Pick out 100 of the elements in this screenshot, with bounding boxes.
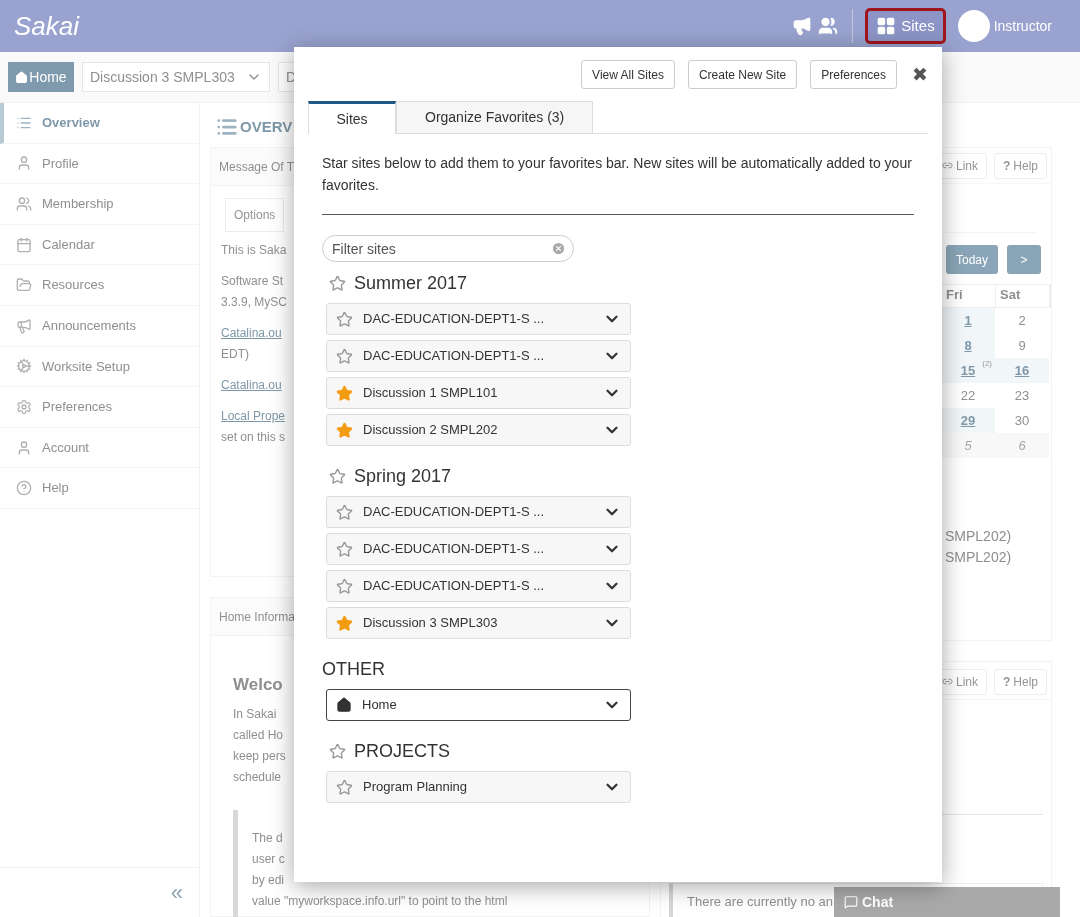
site-item[interactable]: Home xyxy=(326,689,631,721)
help-button[interactable]: ? Help xyxy=(993,152,1047,179)
sidebar-item[interactable]: Calendar xyxy=(0,224,199,266)
site-item[interactable]: DAC-EDUCATION-DEPT1-S ... xyxy=(326,303,631,335)
today-button[interactable]: Today xyxy=(946,245,998,274)
sidebar-item[interactable]: Membership xyxy=(0,184,199,225)
home-icon xyxy=(15,70,29,84)
quote-text: The d xyxy=(252,829,283,847)
help-button[interactable]: ? Help xyxy=(993,668,1047,695)
site-item[interactable]: Program Planning xyxy=(326,771,631,803)
group-title: Spring 2017 xyxy=(354,464,452,488)
star-icon[interactable] xyxy=(329,274,346,292)
welcome-heading: Welco xyxy=(233,674,283,696)
collapse-button[interactable]: « xyxy=(170,881,183,904)
action-button[interactable]: Create New Site xyxy=(687,60,798,89)
close-button[interactable]: ✖ xyxy=(912,65,928,84)
calendar-day: 5 xyxy=(941,433,995,458)
star-icon[interactable] xyxy=(336,384,353,402)
intro-text: Star sites below to add them to your favorites bar. New sites will be automatically added to your favorites. xyxy=(322,154,913,195)
star-icon[interactable] xyxy=(329,742,346,760)
site-item[interactable]: DAC-EDUCATION-DEPT1-S ... xyxy=(326,533,631,565)
text-link[interactable]: Catalina.ou xyxy=(221,375,282,396)
paragraph-text: schedule xyxy=(233,768,282,786)
star-icon[interactable] xyxy=(329,467,346,485)
gears-icon xyxy=(16,358,32,375)
paragraph-text: keep pers xyxy=(233,747,286,765)
star-icon[interactable] xyxy=(336,614,353,632)
page-title: OVERV xyxy=(240,116,293,137)
star-icon[interactable] xyxy=(336,347,353,365)
sakai-logo[interactable]: Sakai xyxy=(14,6,80,46)
chat-bar[interactable]: Chat xyxy=(834,887,1060,917)
site-item[interactable]: DAC-EDUCATION-DEPT1-S ... xyxy=(326,570,631,602)
sidebar-item[interactable]: Profile xyxy=(0,143,199,185)
quote-text: by edi xyxy=(252,871,285,889)
quote-text: value "myworkspace.info.url" to point to the html xyxy=(252,892,508,910)
user-name[interactable]: Instructor xyxy=(993,15,1052,37)
star-icon[interactable] xyxy=(336,540,353,558)
star-icon[interactable] xyxy=(336,310,353,328)
site-dropdown[interactable]: Discussion 3 SMPL303 xyxy=(82,62,270,92)
settings-icon xyxy=(16,398,32,415)
sidebar-item[interactable]: Announcements xyxy=(0,305,199,347)
action-button[interactable]: Preferences xyxy=(810,60,897,89)
list-icon xyxy=(216,116,238,138)
sidebar-item[interactable]: Resources xyxy=(0,265,199,306)
megaphone-icon xyxy=(16,317,32,334)
users-icon[interactable] xyxy=(818,16,839,36)
grid-icon xyxy=(876,16,897,36)
calendar-day[interactable]: 15 (2) xyxy=(941,358,995,383)
site-item[interactable]: Discussion 2 SMPL202 xyxy=(326,414,631,446)
sidebar-item[interactable]: Worksite Setup xyxy=(0,346,199,388)
star-icon[interactable] xyxy=(336,577,353,595)
calendar-day[interactable]: 8 xyxy=(941,333,995,358)
quote-text: user c xyxy=(252,850,285,868)
popup-tab[interactable]: Organize Favorites (3) xyxy=(396,101,594,134)
paragraph-text: In Sakai xyxy=(233,705,277,723)
calendar-icon xyxy=(16,236,32,253)
avatar[interactable] xyxy=(957,10,990,42)
paragraph-text: called Ho xyxy=(233,726,284,744)
event-count: (2) xyxy=(982,358,992,370)
calendar-day[interactable]: 1 xyxy=(941,308,995,333)
help-icon xyxy=(16,480,32,497)
action-button[interactable]: View All Sites xyxy=(581,60,675,89)
next-button[interactable]: > xyxy=(1007,245,1041,274)
sidebar-item[interactable]: Preferences xyxy=(0,387,199,428)
group-title: Summer 2017 xyxy=(354,271,468,295)
panel-title: Message Of T xyxy=(219,158,295,176)
user-icon xyxy=(16,155,32,172)
sidebar-item[interactable]: Help xyxy=(0,468,199,509)
home-icon xyxy=(336,697,352,713)
site-item[interactable]: DAC-EDUCATION-DEPT1-S ... xyxy=(326,496,631,528)
star-icon[interactable] xyxy=(336,421,353,439)
megaphone-icon[interactable] xyxy=(792,16,813,36)
options-tab[interactable]: Options xyxy=(225,198,285,232)
link-icon xyxy=(941,160,953,171)
site-item[interactable]: DAC-EDUCATION-DEPT1-S ... xyxy=(326,340,631,372)
site-item[interactable]: Discussion 1 SMPL101 xyxy=(326,377,631,409)
group-title: OTHER xyxy=(322,657,385,681)
announcement-message: There are currently no an xyxy=(687,893,833,911)
sidebar-item[interactable]: Account xyxy=(0,427,199,469)
user-icon xyxy=(16,439,32,456)
panel-title: Home Informa xyxy=(219,608,296,626)
star-icon[interactable] xyxy=(336,778,353,796)
users-icon xyxy=(16,196,32,212)
popup-tab[interactable]: Sites xyxy=(308,101,396,134)
paragraph-text: Software St xyxy=(221,273,284,290)
text-link[interactable]: Local Prope xyxy=(221,406,286,427)
site-item[interactable]: Discussion 3 SMPL303 xyxy=(326,607,631,639)
question-icon: ? xyxy=(1002,156,1011,175)
paragraph-text: EDT) xyxy=(221,346,249,363)
star-icon[interactable] xyxy=(336,503,353,521)
home-button[interactable]: Home xyxy=(8,62,74,92)
event-text: SMPL202) xyxy=(945,548,1012,567)
calendar-day[interactable]: 16 xyxy=(995,358,1049,383)
weekday-header: Sat xyxy=(996,285,1050,307)
paragraph-text: This is Saka xyxy=(221,242,287,259)
sidebar-item[interactable]: Overview xyxy=(0,103,199,144)
sites-button[interactable]: Sites xyxy=(865,8,946,44)
filter-field[interactable]: Filter sites xyxy=(322,235,574,262)
calendar-day[interactable]: 29 xyxy=(941,408,995,433)
text-link[interactable]: Catalina.ou xyxy=(221,323,282,344)
